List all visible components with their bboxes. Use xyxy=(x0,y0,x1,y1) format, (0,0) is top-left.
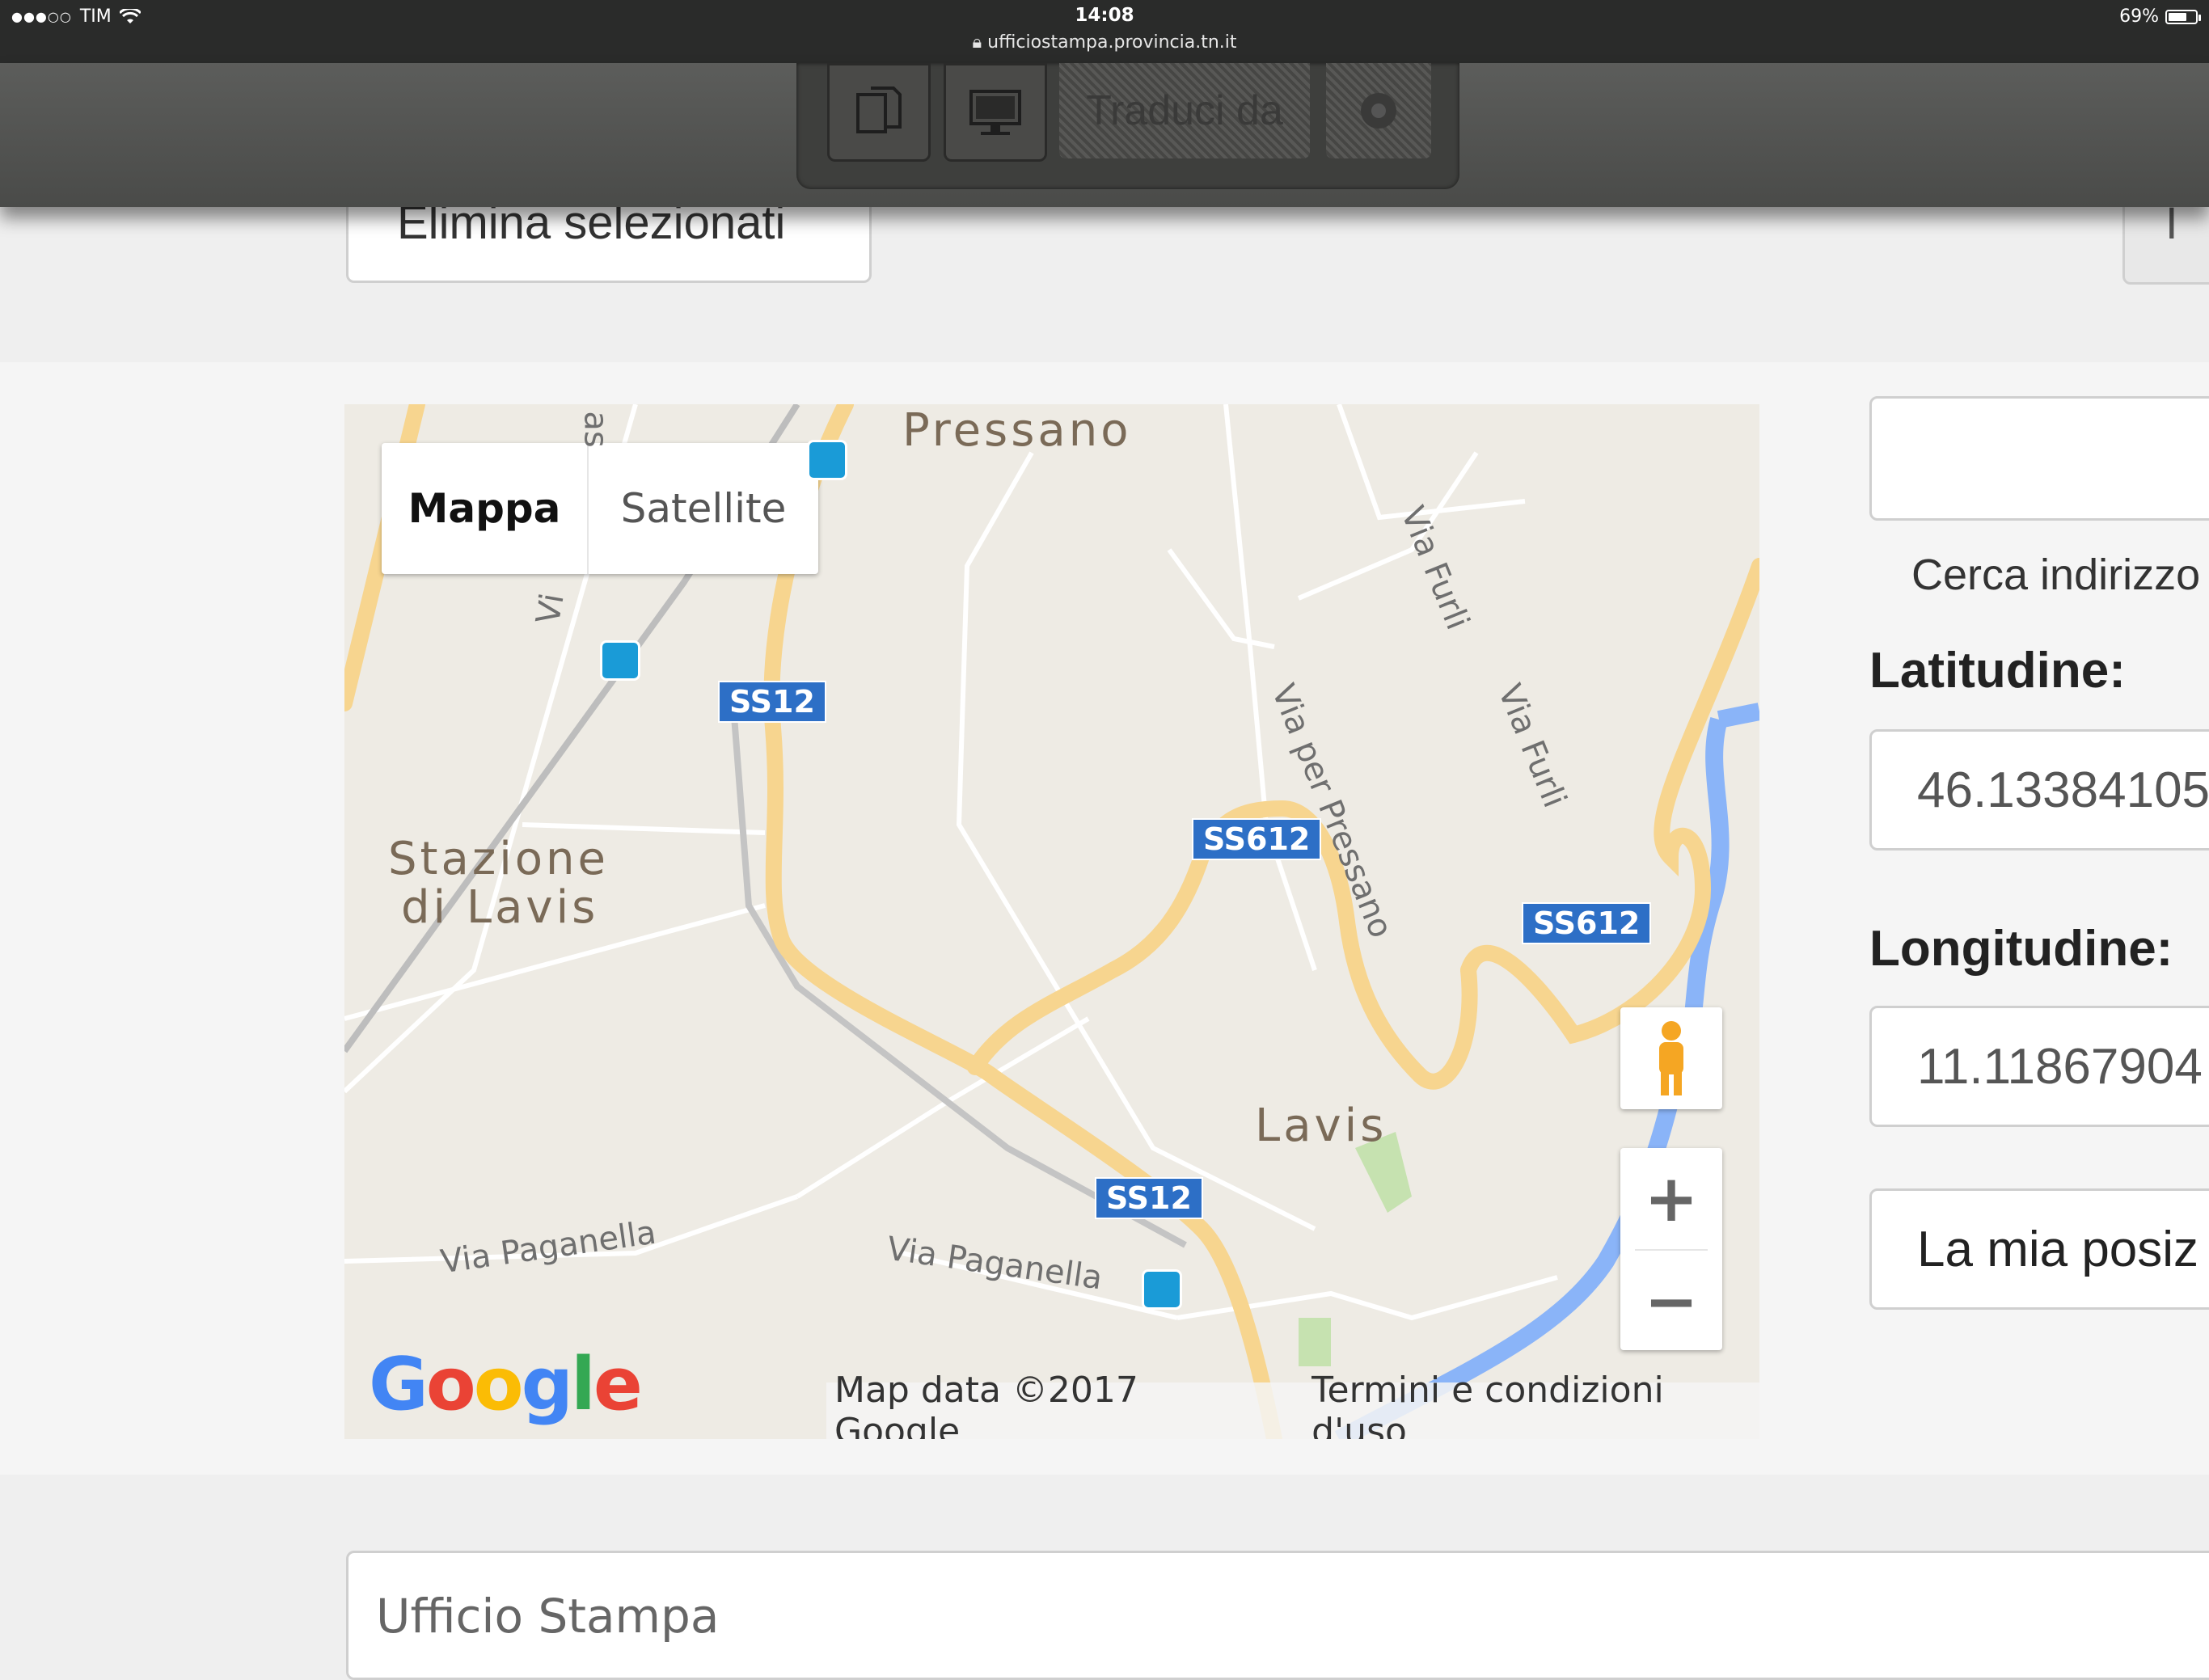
clock: 14:08 xyxy=(1075,5,1134,26)
place-label-pressano: Pressano xyxy=(902,404,1132,457)
gear-icon xyxy=(1361,93,1396,129)
latitude-input[interactable]: 46.13384105 xyxy=(1869,729,2209,851)
place-label-lavis: Lavis xyxy=(1255,1100,1387,1152)
settings-button[interactable] xyxy=(1326,63,1431,158)
transit-station-icon[interactable] xyxy=(807,440,847,480)
transit-station-icon[interactable] xyxy=(600,640,640,681)
map-data-attribution: Map data ©2017 Google xyxy=(834,1370,1138,1439)
footer-input[interactable]: Ufficio Stampa xyxy=(346,1551,2209,1680)
zoom-control: + − xyxy=(1620,1148,1722,1350)
map-type-satellite-button[interactable]: Satellite xyxy=(589,443,818,574)
longitude-input[interactable]: 11.11867904 xyxy=(1869,1006,2209,1127)
zoom-in-button[interactable]: + xyxy=(1635,1148,1708,1251)
monitor-icon xyxy=(969,90,1021,135)
shield-ss612-east: SS612 xyxy=(1522,902,1652,944)
map-type-control: Mappa Satellite xyxy=(382,443,818,574)
desktop-button[interactable] xyxy=(944,63,1047,162)
longitude-label: Longitudine: xyxy=(1869,921,2173,977)
map-attribution-bar: Map data ©2017 Google Termini e condizio… xyxy=(826,1370,1759,1439)
road-label-via-partial: Vi xyxy=(529,590,572,627)
translate-button[interactable]: Traduci da xyxy=(1059,63,1310,158)
street-view-pegman[interactable] xyxy=(1620,1007,1722,1109)
status-right: 69% xyxy=(2119,6,2201,27)
my-position-button[interactable]: La mia posiz xyxy=(1869,1188,2209,1310)
battery-fill xyxy=(2169,12,2187,21)
map[interactable]: Mappa Satellite Pressano Stazione di Lav… xyxy=(344,404,1759,1439)
place-label-di-lavis: di Lavis xyxy=(401,881,599,934)
status-bar: ●●●○○ TIM 14:08 🔒︎ ufficiostampa.provinc… xyxy=(0,0,2209,63)
address-bar[interactable]: 🔒︎ ufficiostampa.provincia.tn.it xyxy=(0,32,2209,53)
terms-link[interactable]: Termini e condizioni d'uso xyxy=(1311,1370,1759,1439)
battery-icon xyxy=(2165,9,2201,24)
url-text: ufficiostampa.provincia.tn.it xyxy=(987,32,1237,53)
address-search-input[interactable] xyxy=(1869,396,2209,521)
shield-ss12-south: SS12 xyxy=(1095,1177,1203,1219)
pegman-icon xyxy=(1659,1021,1683,1095)
search-address-label: Cerca indirizzo xyxy=(1911,551,2201,599)
place-label-stazione: Stazione xyxy=(388,833,609,885)
google-logo: Google xyxy=(369,1342,643,1427)
latitude-label: Latitudine: xyxy=(1869,643,2126,699)
transit-station-icon[interactable] xyxy=(1142,1269,1182,1310)
documents-icon xyxy=(856,87,902,133)
documents-button[interactable] xyxy=(827,63,931,162)
map-type-map-button[interactable]: Mappa xyxy=(382,443,589,574)
toolbar: Traduci da xyxy=(0,63,2209,207)
shield-ss612-west: SS612 xyxy=(1192,818,1322,860)
shield-ss12-north: SS12 xyxy=(718,681,826,723)
battery-percent: 69% xyxy=(2119,6,2159,27)
lock-icon: 🔒︎ xyxy=(972,32,988,53)
zoom-out-button[interactable]: − xyxy=(1620,1251,1722,1352)
road-label-as-partial: as xyxy=(577,411,615,448)
